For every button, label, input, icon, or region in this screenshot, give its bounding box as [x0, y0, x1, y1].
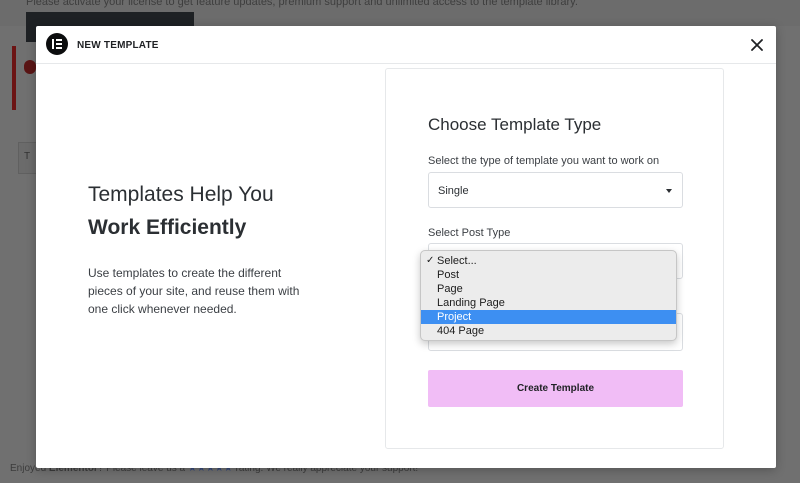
new-template-modal: NEW TEMPLATE Templates Help You Work Eff… [36, 26, 776, 468]
license-notice-text: Please activate your license to get feat… [26, 0, 578, 8]
intro-heading-line2: Work Efficiently [88, 216, 247, 239]
intro-heading: Templates Help You Work Efficiently [88, 178, 348, 244]
post-type-option-project[interactable]: Project [421, 310, 676, 324]
background-tab-label: T [24, 151, 31, 162]
template-type-label: Select the type of template you want to … [428, 155, 660, 167]
post-type-option-post[interactable]: Post [421, 268, 676, 282]
modal-header: NEW TEMPLATE [36, 26, 776, 64]
notice-icon [24, 60, 36, 74]
post-type-option-landing-page[interactable]: Landing Page [421, 296, 676, 310]
post-type-option-page[interactable]: Page [421, 282, 676, 296]
intro-heading-line1: Templates Help You [88, 183, 274, 206]
post-type-dropdown: ✓ Select... Post Page Landing Page Proje… [420, 250, 677, 341]
template-type-select[interactable]: Single [428, 172, 683, 208]
chevron-down-icon [666, 189, 672, 193]
checkmark-icon: ✓ [426, 255, 435, 266]
post-type-option-404-page[interactable]: 404 Page [421, 324, 676, 338]
post-type-option-select[interactable]: ✓ Select... [421, 254, 676, 268]
notice-accent-bar [12, 46, 16, 110]
background-tab: T [18, 142, 38, 174]
intro-description: Use templates to create the different pi… [88, 266, 300, 316]
elementor-logo-icon [46, 33, 68, 55]
create-template-button[interactable]: Create Template [428, 370, 683, 407]
form-title: Choose Template Type [428, 115, 602, 134]
post-type-label: Select Post Type [428, 227, 511, 239]
modal-title: NEW TEMPLATE [77, 40, 159, 51]
template-type-value: Single [438, 185, 469, 197]
close-icon[interactable] [747, 35, 767, 55]
